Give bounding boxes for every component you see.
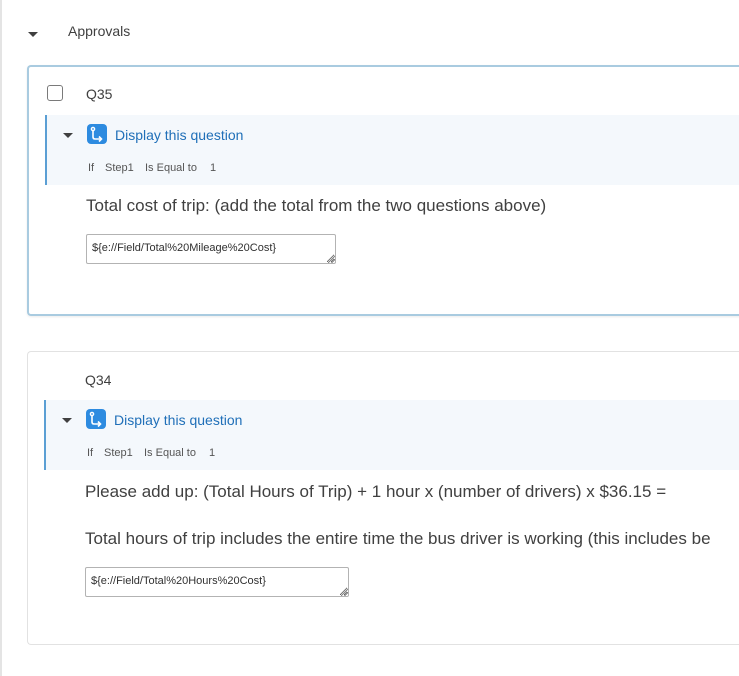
display-logic-panel: Display this question If Step1 Is Equal … [45, 115, 739, 185]
resize-handle[interactable] [341, 589, 348, 596]
logic-if-keyword: If [88, 162, 95, 174]
block-title: Approvals [68, 23, 131, 39]
logic-condition-operator[interactable]: Is Equal to [145, 162, 197, 174]
logic-condition-field[interactable]: Step1 [105, 162, 134, 174]
logic-condition-operator[interactable]: Is Equal to [144, 447, 196, 459]
question-card-q34[interactable]: Q34 Display this question If Step1 Is Eq… [27, 351, 739, 645]
question-text-line2[interactable]: Total hours of trip includes the entire … [85, 529, 711, 549]
question-select-checkbox[interactable] [47, 85, 63, 101]
text-entry-field[interactable]: ${e://Field/Total%20Hours%20Cost} [85, 567, 349, 597]
logic-if-keyword: If [87, 447, 94, 459]
display-logic-label[interactable]: Display this question [115, 127, 243, 143]
text-entry-field[interactable]: ${e://Field/Total%20Mileage%20Cost} [86, 234, 336, 264]
question-id: Q34 [85, 372, 112, 388]
caret-down-icon[interactable] [28, 32, 38, 37]
caret-down-icon[interactable] [63, 133, 73, 138]
resize-handle[interactable] [328, 256, 335, 263]
caret-down-icon[interactable] [62, 418, 72, 423]
question-id: Q35 [86, 86, 113, 102]
question-text-line1[interactable]: Please add up: (Total Hours of Trip) + 1… [85, 482, 666, 502]
display-logic-label[interactable]: Display this question [114, 412, 242, 428]
display-logic-panel: Display this question If Step1 Is Equal … [44, 400, 739, 470]
logic-condition-value[interactable]: 1 [209, 447, 215, 459]
display-logic-icon[interactable] [87, 124, 107, 144]
question-text[interactable]: Total cost of trip: (add the total from … [86, 196, 546, 216]
question-card-q35[interactable]: Q35 Display this question If Step1 Is Eq… [27, 65, 739, 316]
block-header: Approvals [0, 0, 739, 62]
logic-condition-field[interactable]: Step1 [104, 447, 133, 459]
display-logic-icon[interactable] [86, 409, 106, 429]
left-rule [0, 0, 2, 676]
logic-condition-value[interactable]: 1 [210, 162, 216, 174]
